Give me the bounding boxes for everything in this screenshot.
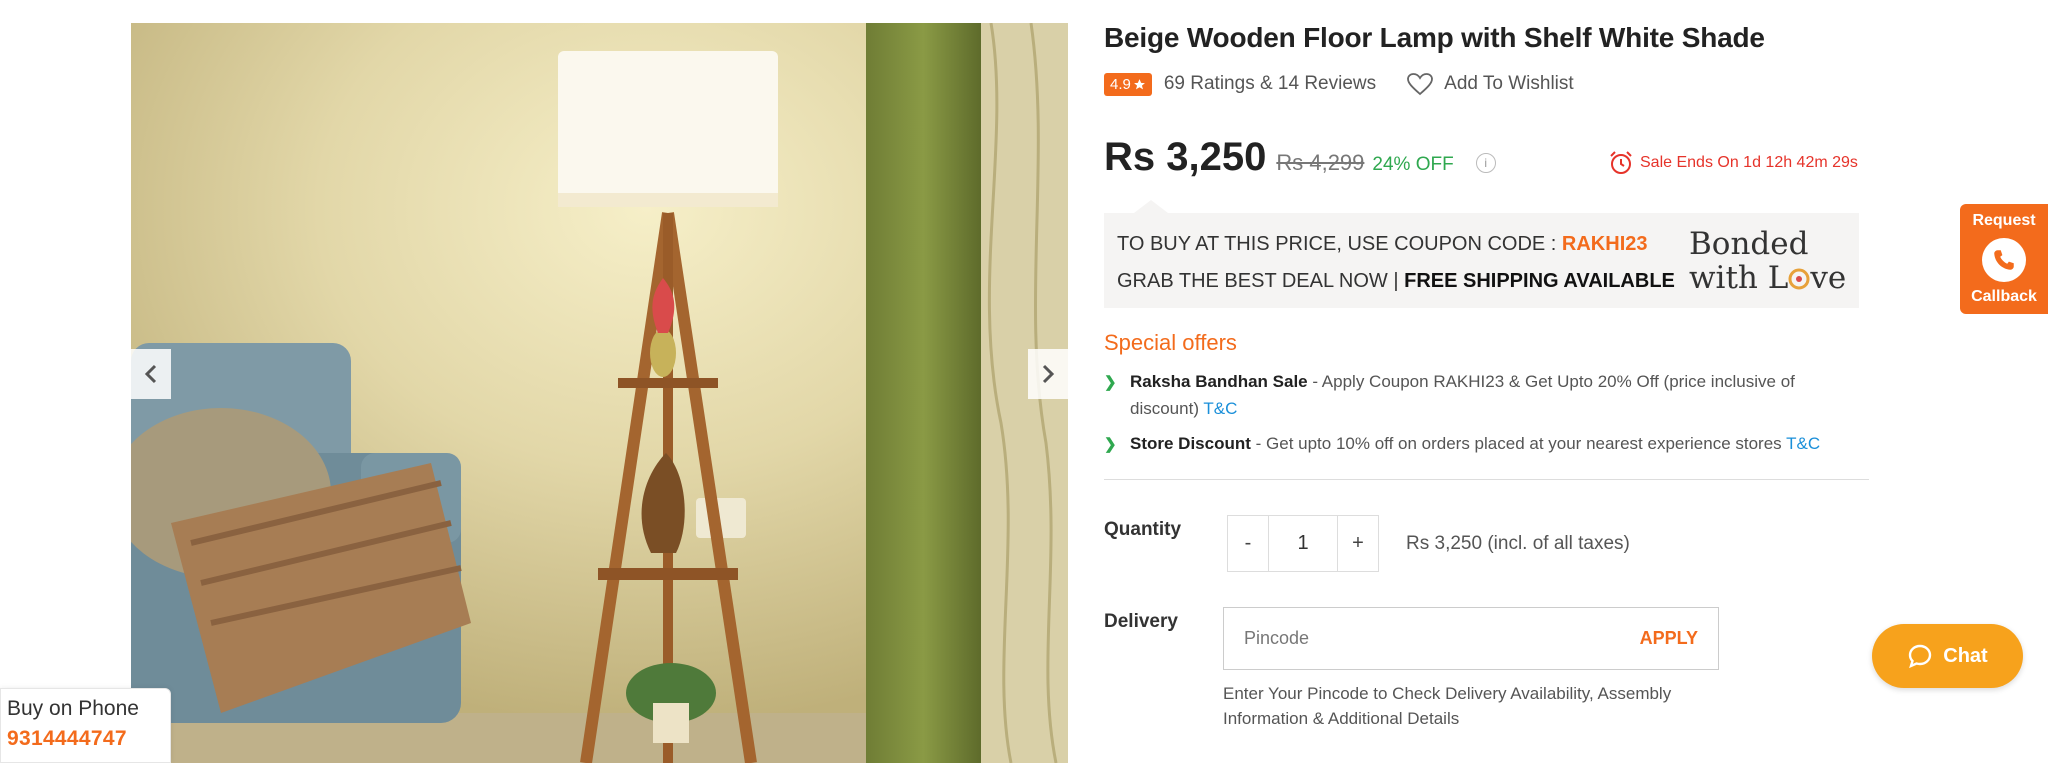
special-offers-title: Special offers — [1104, 330, 1237, 355]
discount-badge: 24% OFF — [1372, 154, 1454, 175]
with-love-text-end: ve — [1810, 260, 1847, 296]
chevron-left-icon — [144, 364, 157, 384]
chat-bubble-icon — [1909, 644, 1932, 669]
coupon-deal-text: GRAB THE BEST DEAL NOW | — [1117, 270, 1405, 292]
wishlist-label: Add To Wishlist — [1444, 73, 1574, 94]
rating-row: 4.9 69 Ratings & 14 Reviews Add To Wishl… — [1104, 72, 1574, 96]
quantity-decrease-button[interactable]: - — [1228, 516, 1268, 571]
coupon-caret — [1134, 200, 1168, 213]
request-callback-button[interactable]: Request Callback — [1960, 204, 2048, 314]
chat-button[interactable]: Chat — [1872, 624, 2023, 688]
pincode-input[interactable] — [1244, 628, 1624, 649]
chevron-right-icon: ❯ — [1104, 436, 1117, 453]
coupon-banner[interactable]: TO BUY AT THIS PRICE, USE COUPON CODE : … — [1104, 200, 1859, 308]
quantity-label: Quantity — [1104, 519, 1182, 540]
chat-label: Chat — [1943, 644, 1988, 667]
with-love-line: with L ve — [1689, 261, 1846, 295]
coupon-line-1: TO BUY AT THIS PRICE, USE COUPON CODE : … — [1117, 233, 1648, 256]
product-image[interactable] — [131, 23, 1068, 763]
chevron-right-icon — [1042, 364, 1055, 384]
offer-desc: - Get upto 10% off on orders placed at y… — [1250, 434, 1787, 453]
offer-item: ❯ Store Discount - Get upto 10% off on o… — [1104, 430, 1864, 457]
bonded-text: Bonded — [1689, 226, 1809, 262]
quantity-stepper: - 1 + — [1227, 515, 1379, 572]
product-title: Beige Wooden Floor Lamp with Shelf White… — [1104, 22, 1765, 53]
buy-on-phone-label: Buy on Phone — [7, 697, 139, 720]
price-info-icon[interactable]: i — [1475, 153, 1496, 173]
phone-number[interactable]: 9314444747 — [7, 727, 164, 751]
terms-link[interactable]: T&C — [1203, 399, 1237, 418]
free-shipping-text: FREE SHIPPING AVAILABLE — [1404, 270, 1675, 292]
sale-timer: Sale Ends On 1d 12h 42m 29s — [1608, 150, 1858, 176]
chevron-right-icon: ❯ — [1104, 374, 1117, 391]
delivery-label: Delivery — [1104, 611, 1178, 632]
apply-pincode-button[interactable]: APPLY — [1640, 628, 1698, 649]
price-row: Rs 3,250 Rs 4,299 24% OFF i — [1104, 135, 1496, 180]
coupon-instruction: TO BUY AT THIS PRICE, USE COUPON CODE : — [1117, 233, 1562, 255]
alarm-clock-icon — [1610, 151, 1632, 174]
offer-name: Raksha Bandhan Sale — [1130, 372, 1308, 391]
rakhi-flower-icon — [1788, 268, 1810, 290]
bonded-with-love-logo: Bonded with L ve — [1689, 227, 1846, 295]
star-icon — [1133, 78, 1145, 89]
sale-ends-text: Sale Ends On 1d 12h 42m 29s — [1640, 154, 1858, 171]
coupon-code: RAKHI23 — [1561, 233, 1648, 255]
quantity-price-note: Rs 3,250 (incl. of all taxes) — [1406, 533, 1630, 554]
callback-label-top: Request — [1972, 212, 2036, 229]
lamp-photo — [131, 23, 1068, 763]
section-divider — [1104, 479, 1869, 480]
with-love-text: with L — [1689, 260, 1789, 296]
sale-price: Rs 3,250 — [1104, 135, 1267, 179]
offer-name: Store Discount — [1130, 434, 1251, 453]
buy-on-phone-widget[interactable]: Buy on Phone 9314444747 — [0, 688, 171, 763]
quantity-increase-button[interactable]: + — [1338, 516, 1378, 571]
gallery-prev-button[interactable] — [131, 349, 171, 399]
mrp-price: Rs 4,299 — [1276, 150, 1365, 175]
callback-label-bottom: Callback — [1971, 288, 2037, 305]
add-to-wishlist-button[interactable]: Add To Wishlist — [1406, 72, 1574, 96]
rating-badge[interactable]: 4.9 — [1104, 72, 1152, 96]
offer-item: ❯ Raksha Bandhan Sale - Apply Coupon RAK… — [1104, 368, 1864, 422]
heart-icon — [1407, 73, 1434, 96]
terms-link[interactable]: T&C — [1786, 434, 1820, 453]
ratings-reviews-link[interactable]: 69 Ratings & 14 Reviews — [1164, 73, 1376, 95]
rating-value: 4.9 — [1110, 75, 1131, 93]
pincode-box: APPLY — [1223, 607, 1719, 670]
gallery-next-button[interactable] — [1028, 349, 1068, 399]
quantity-value[interactable]: 1 — [1268, 516, 1338, 571]
coupon-line-2: GRAB THE BEST DEAL NOW | FREE SHIPPING A… — [1117, 270, 1675, 293]
phone-icon — [1982, 238, 2026, 282]
delivery-note: Enter Your Pincode to Check Delivery Ava… — [1223, 684, 1672, 728]
